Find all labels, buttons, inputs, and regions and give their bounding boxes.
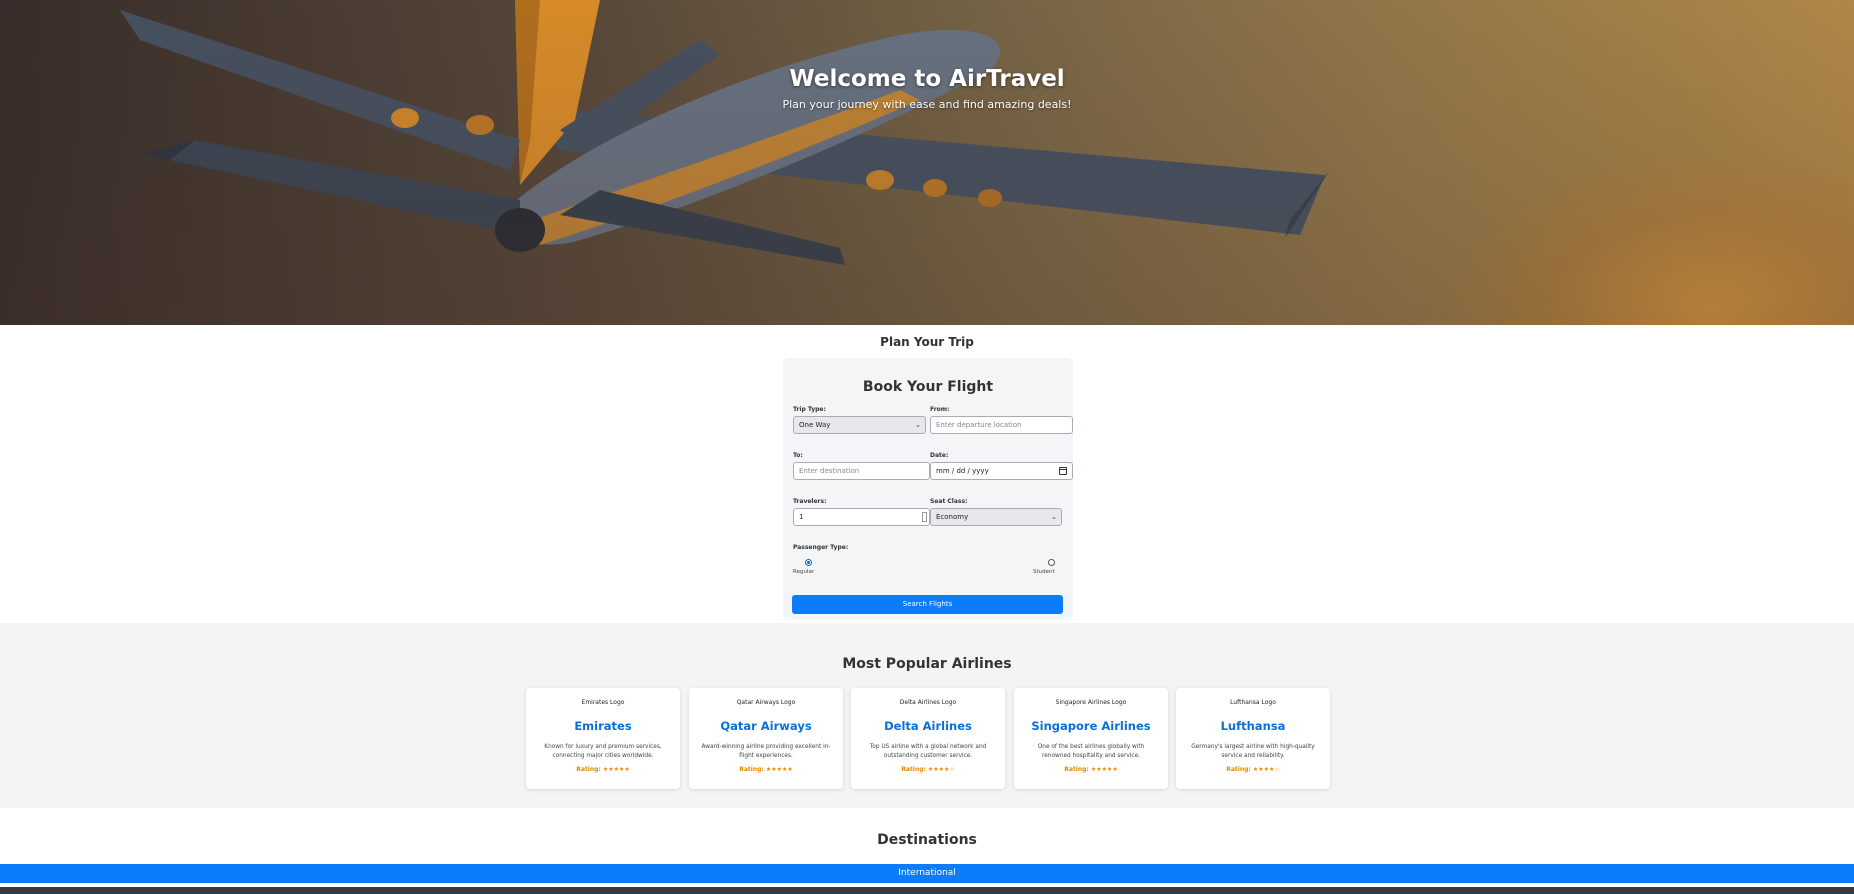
airline-rating: Rating: ★★★★★ [1064,766,1118,773]
passenger-type-label: Passenger Type: [793,544,849,551]
radio-student[interactable] [1048,559,1055,566]
airline-rating: Rating: ★★★★★ [739,766,793,773]
chevron-down-icon: ⌄ [915,421,921,429]
date-input[interactable]: mm / dd / yyyy [930,462,1073,480]
to-input[interactable]: Enter destination [793,462,930,480]
from-placeholder: Enter departure location [936,421,1022,429]
airline-logo: Lufthansa Logo [1230,699,1276,706]
airlines-title: Most Popular Airlines [842,656,1012,672]
trip-type-select[interactable]: One Way ⌄ [793,416,926,434]
airline-description: One of the best airlines globally with r… [1037,744,1145,759]
date-placeholder: mm / dd / yyyy [936,467,989,475]
hero-overlay [0,0,1854,325]
from-label: From: [930,406,950,413]
airline-logo: Qatar Airways Logo [736,699,796,706]
airline-card[interactable]: Emirates Logo Emirates Known for luxury … [526,688,680,789]
calendar-icon[interactable] [1059,467,1067,475]
airline-rating: Rating: ★★★★☆ [901,766,955,773]
airline-name[interactable]: Qatar Airways [689,719,843,733]
hero-subtitle: Plan your journey with ease and find ama… [782,98,1072,111]
airline-card[interactable]: Singapore Airlines Logo Singapore Airlin… [1014,688,1168,789]
to-placeholder: Enter destination [799,467,860,475]
airline-description: Germany's largest airline with high-qual… [1191,744,1315,759]
airline-rating: Rating: ★★★★☆ [1226,766,1280,773]
travelers-label: Travelers: [793,498,827,505]
booking-form: Book Your Flight Trip Type: One Way ⌄ Fr… [783,358,1073,620]
airline-logo: Singapore Airlines Logo [1055,699,1127,706]
destinations-content-edge [0,887,1854,894]
airline-name[interactable]: Delta Airlines [851,719,1005,733]
tab-international[interactable]: International [0,864,1854,883]
airline-rating: Rating: ★★★★★ [576,766,630,773]
hero-title: Welcome to AirTravel [789,66,1065,92]
date-label: Date: [930,452,949,459]
airline-card[interactable]: Lufthansa Logo Lufthansa Germany's large… [1176,688,1330,789]
seat-class-select[interactable]: Economy ⌄ [930,508,1062,526]
airline-name[interactable]: Singapore Airlines [1014,719,1168,733]
hero-banner: Welcome to AirTravel Plan your journey w… [0,0,1854,325]
airline-description: Known for luxury and premium services, c… [544,744,662,759]
radio-regular[interactable] [805,559,812,566]
search-flights-button[interactable]: Search Flights [792,595,1063,614]
airline-description: Award-winning airline providing excellen… [701,744,831,759]
trip-type-value: One Way [799,421,831,429]
airline-card[interactable]: Delta Airlines Logo Delta Airlines Top U… [851,688,1005,789]
airline-name[interactable]: Lufthansa [1176,719,1330,733]
airline-name[interactable]: Emirates [526,719,680,733]
travelers-value: 1 [799,513,804,521]
plan-section-title: Plan Your Trip [880,335,974,349]
form-title: Book Your Flight [862,379,994,395]
travelers-input[interactable]: 1 [793,508,930,526]
airline-logo: Emirates Logo [581,699,625,706]
destinations-title: Destinations [877,832,977,848]
trip-type-label: Trip Type: [793,406,826,413]
seat-class-value: Economy [936,513,969,521]
popular-airlines-section: Most Popular Airlines Emirates Logo Emir… [0,623,1854,808]
airline-logo: Delta Airlines Logo [899,699,957,706]
from-input[interactable]: Enter departure location [930,416,1073,434]
stepper-icon[interactable] [922,512,927,522]
seat-class-label: Seat Class: [930,498,968,505]
airline-description: Top US airline with a global network and… [869,744,987,759]
radio-student-label: Student [1033,569,1055,575]
chevron-down-icon: ⌄ [1051,513,1057,521]
radio-regular-label: Regular [793,569,815,575]
airline-card[interactable]: Qatar Airways Logo Qatar Airways Award-w… [689,688,843,789]
to-label: To: [793,452,803,459]
